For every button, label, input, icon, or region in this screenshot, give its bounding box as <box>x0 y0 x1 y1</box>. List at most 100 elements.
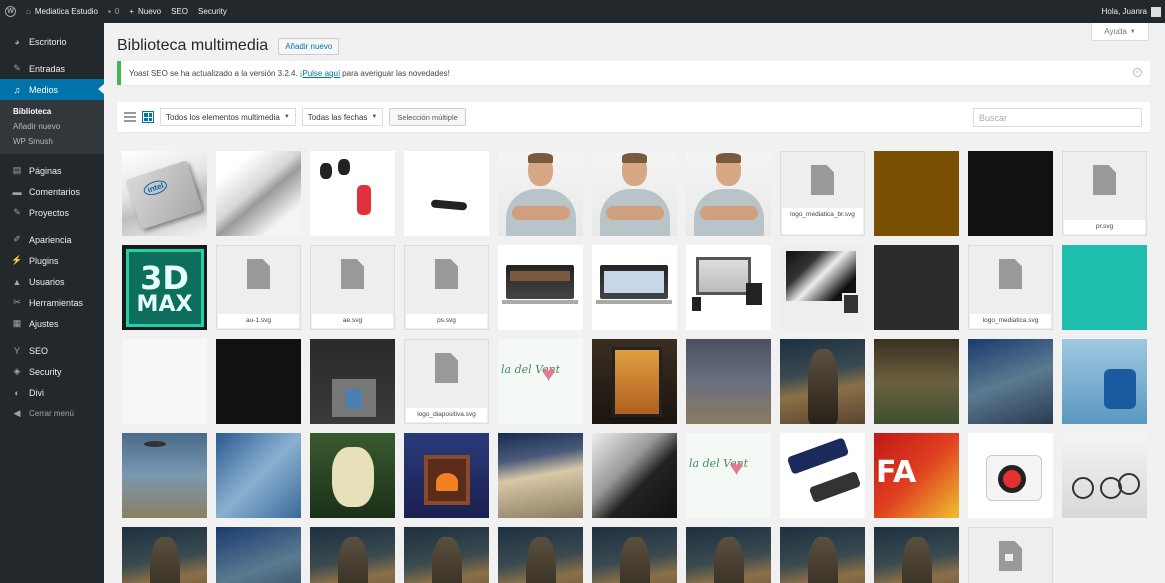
attachment-thumbnail[interactable] <box>122 527 207 583</box>
attachment-thumbnail[interactable] <box>780 339 865 424</box>
attachment-file[interactable]: pr.svg <box>1062 151 1147 236</box>
attachment-thumbnail[interactable] <box>968 339 1053 424</box>
attachment-thumbnail[interactable] <box>780 433 865 518</box>
sidebar-item-escritorio[interactable]: ◕ Escritorio <box>0 31 104 52</box>
sidebar-item-proyectos[interactable]: ✎ Proyectos <box>0 202 104 223</box>
attachment-file[interactable]: logo_mediatica.svg <box>968 245 1053 330</box>
security-menu-link[interactable]: Security <box>193 0 232 23</box>
statue-image <box>808 349 838 424</box>
attachment-thumbnail[interactable] <box>310 527 395 583</box>
attachment-thumbnail[interactable] <box>122 151 207 236</box>
wordpress-logo-button[interactable]: W <box>0 0 21 23</box>
tablet-image <box>746 283 762 305</box>
attachment-thumbnail[interactable] <box>1062 433 1147 518</box>
attachment-thumbnail[interactable] <box>874 151 959 236</box>
list-view-icon[interactable] <box>124 111 136 123</box>
attachment-thumbnail[interactable] <box>498 527 583 583</box>
attachment-thumbnail[interactable] <box>122 339 207 424</box>
add-new-button[interactable]: Añadir nuevo <box>278 37 340 55</box>
attachment-thumbnail[interactable] <box>874 245 959 330</box>
update-notice: Yoast SEO se ha actualizado a la versión… <box>117 61 1150 85</box>
attachment-thumbnail[interactable] <box>592 433 677 518</box>
attachment-thumbnail[interactable] <box>780 245 865 330</box>
attachment-thumbnail[interactable] <box>1062 339 1147 424</box>
submenu-item-biblioteca[interactable]: Biblioteca <box>0 104 104 119</box>
attachment-thumbnail[interactable] <box>686 245 771 330</box>
sidebar-collapse-menu[interactable]: ◀ Cerrar menú <box>0 403 104 424</box>
sidebar-item-comentarios[interactable]: ▬ Comentarios <box>0 181 104 202</box>
bulk-select-button[interactable]: Selección múltiple <box>389 108 466 126</box>
attachment-thumbnail[interactable] <box>310 433 395 518</box>
site-name-link[interactable]: ⌂ Mediatica Estudio <box>21 0 103 23</box>
attachment-filename: pr.svg <box>1064 219 1145 234</box>
sidebar-item-apariencia[interactable]: ✐ Apariencia <box>0 229 104 250</box>
sidebar-item-ajustes[interactable]: ▦ Ajustes <box>0 313 104 334</box>
account-menu[interactable]: Hola, Juanra <box>1102 6 1165 17</box>
help-tab[interactable]: Ayuda ▼ <box>1091 23 1149 41</box>
attachment-thumbnail[interactable]: la del Vent ♥ <box>498 339 583 424</box>
attachment-thumbnail[interactable] <box>874 339 959 424</box>
attachment-thumbnail[interactable] <box>592 339 677 424</box>
attachment-thumbnail[interactable] <box>216 433 301 518</box>
attachment-thumbnail[interactable] <box>686 527 771 583</box>
sidebar-item-medios[interactable]: ♫ Medios <box>0 79 104 100</box>
fa-logo: FA <box>876 455 917 490</box>
comments-link[interactable]: ▪ 0 <box>103 0 124 23</box>
attachment-file[interactable]: ae.svg <box>310 245 395 330</box>
attachment-thumbnail[interactable]: FA <box>874 433 959 518</box>
attachment-thumbnail[interactable] <box>592 151 677 236</box>
earbud-image <box>357 185 371 215</box>
attachment-thumbnail[interactable] <box>592 527 677 583</box>
new-content-link[interactable]: + Nuevo <box>124 0 166 23</box>
chevron-down-icon: ▼ <box>283 114 290 120</box>
attachment-thumbnail[interactable] <box>122 433 207 518</box>
attachment-thumbnail[interactable]: la del Vent ♥ <box>686 433 771 518</box>
page-title: Biblioteca multimedia <box>117 37 269 54</box>
dismiss-icon[interactable]: × <box>1133 68 1142 77</box>
sidebar-item-herramientas[interactable]: ✂ Herramientas <box>0 292 104 313</box>
attachment-thumbnail[interactable]: 3D MAX <box>122 245 207 330</box>
sidebar-item-paginas[interactable]: ▤ Páginas <box>0 160 104 181</box>
submenu-item-anadir-nuevo[interactable]: Añadir nuevo <box>0 119 104 134</box>
attachment-file[interactable]: logo_diapositiva.svg <box>404 339 489 424</box>
attachment-thumbnail[interactable] <box>498 151 583 236</box>
sidebar-item-label: Comentarios <box>29 186 81 197</box>
submenu-item-wp-smush[interactable]: WP Smush <box>0 134 104 149</box>
attachment-thumbnail[interactable] <box>498 245 583 330</box>
sidebar-item-security[interactable]: ◈ Security <box>0 361 104 382</box>
attachment-thumbnail[interactable] <box>216 151 301 236</box>
search-input[interactable]: Buscar <box>973 108 1142 127</box>
attachment-file[interactable]: logo_mediatica_br.svg <box>780 151 865 236</box>
attachment-thumbnail[interactable] <box>404 151 489 236</box>
date-filter[interactable]: Todas las fechas ▼ <box>301 108 384 126</box>
attachment-thumbnail[interactable] <box>686 151 771 236</box>
attachment-thumbnail[interactable] <box>968 433 1053 518</box>
attachment-thumbnail[interactable] <box>498 433 583 518</box>
sidebar-item-divi[interactable]: ◐ Divi <box>0 382 104 403</box>
attachment-thumbnail[interactable] <box>216 527 301 583</box>
attachment-thumbnail[interactable] <box>968 151 1053 236</box>
attachment-thumbnail[interactable] <box>592 245 677 330</box>
attachment-file[interactable]: ps.svg <box>404 245 489 330</box>
sidebar-item-usuarios[interactable]: ▲ Usuarios <box>0 271 104 292</box>
attachment-thumbnail[interactable] <box>780 527 865 583</box>
attachment-thumbnail[interactable] <box>404 433 489 518</box>
attachment-thumbnail[interactable] <box>404 527 489 583</box>
sidebar-item-entradas[interactable]: ✎ Entradas <box>0 58 104 79</box>
sidebar-item-plugins[interactable]: ⚡ Plugins <box>0 250 104 271</box>
attachment-file[interactable]: au-1.svg <box>216 245 301 330</box>
attachment-thumbnail[interactable] <box>1062 245 1147 330</box>
media-type-filter[interactable]: Todos los elementos multimedia ▼ <box>160 108 296 126</box>
seo-menu-link[interactable]: SEO <box>166 0 193 23</box>
attachment-thumbnail[interactable] <box>686 339 771 424</box>
attachment-file[interactable] <box>968 527 1053 583</box>
media-icon: ♫ <box>13 84 21 95</box>
attachment-thumbnail[interactable] <box>874 527 959 583</box>
attachment-thumbnail[interactable] <box>310 339 395 424</box>
grid-view-icon[interactable] <box>142 111 154 123</box>
attachment-thumbnail[interactable] <box>216 339 301 424</box>
notice-link[interactable]: ¡Pulse aquí <box>300 69 340 78</box>
attachment-thumbnail[interactable] <box>310 151 395 236</box>
attachment-filename: logo_mediatica_br.svg <box>782 208 863 234</box>
sidebar-item-seo[interactable]: Y SEO <box>0 340 104 361</box>
